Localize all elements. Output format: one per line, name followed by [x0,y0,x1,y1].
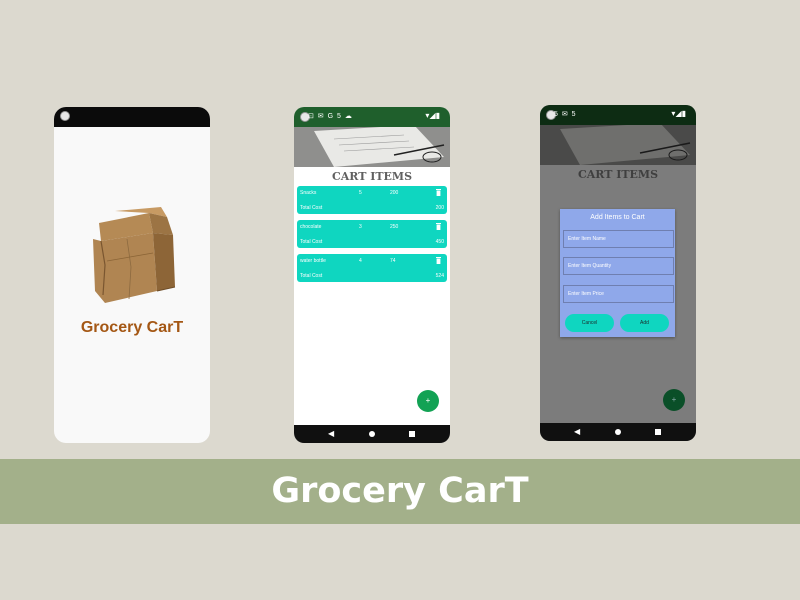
item-name: water bottle [300,258,326,264]
status-bar [54,107,210,127]
cart-item-card[interactable]: Snacks 5 200 Total Cost 200 [297,186,447,214]
trash-icon[interactable] [436,223,441,230]
item-quantity: 5 [359,190,362,196]
total-cost-value: 450 [435,239,444,245]
total-cost-value: 200 [435,205,444,211]
item-quantity: 4 [359,258,362,264]
cart-items-title: CART ITEMS [331,170,413,183]
home-icon[interactable] [369,431,375,437]
signal-battery-icons: ▾◢▮ [425,111,440,120]
add-item-dialog-phone: 5 ✉ 5 ▾◢▮ CART ITEMS + Add Items to Cart… [540,105,696,441]
navigation-bar: ◀ [540,423,696,441]
status-bar: 5 ✉ 5 ▾◢▮ [540,105,696,125]
item-quantity-input[interactable] [563,257,674,275]
item-name: Snacks [300,190,317,196]
paper-bag-icon [93,207,176,303]
back-icon[interactable]: ◀ [574,427,580,436]
app-name: Grocery CarT [80,319,184,336]
splash-screen-phone: Grocery CarT [54,107,210,443]
notification-icons: ⊡ ✉ G 5 ☁ [308,113,353,120]
item-price-input[interactable] [563,285,674,303]
status-bar: ⊡ ✉ G 5 ☁ ▾◢▮ [294,107,450,127]
header-image [540,125,696,165]
trash-icon[interactable] [436,257,441,264]
cart-list-phone: ⊡ ✉ G 5 ☁ ▾◢▮ CART ITEMS Snacks 5 200 To… [294,107,450,443]
home-icon[interactable] [615,429,621,435]
item-name: chocolate [300,224,322,230]
trash-icon[interactable] [436,189,441,196]
total-cost-label: Total Cost [300,239,323,245]
add-item-fab[interactable]: + [663,389,685,411]
item-name-input[interactable] [563,230,674,248]
recent-apps-icon[interactable] [655,429,661,435]
title-banner: Grocery CarT [0,459,800,524]
total-cost-label: Total Cost [300,273,323,279]
add-button[interactable]: Add [620,314,669,332]
item-price: 200 [390,190,399,196]
banner-title: Grocery CarT [271,471,529,511]
item-quantity: 3 [359,224,362,230]
cart-item-card[interactable]: chocolate 3 250 Total Cost 450 [297,220,447,248]
navigation-bar: ◀ [294,425,450,443]
recent-apps-icon[interactable] [409,431,415,437]
cart-item-card[interactable]: water bottle 4 74 Total Cost 524 [297,254,447,282]
cancel-button[interactable]: Cancel [565,314,614,332]
notification-icons: 5 ✉ 5 [554,111,577,118]
header-image [294,127,450,167]
item-price: 250 [390,224,399,230]
total-cost-value: 524 [435,273,444,279]
add-items-dialog: Add Items to Cart Cancel Add [560,209,675,337]
total-cost-label: Total Cost [300,205,323,211]
cart-items-title: CART ITEMS [577,168,659,181]
add-item-fab[interactable]: + [417,390,439,412]
item-price: 74 [390,258,396,264]
back-icon[interactable]: ◀ [328,429,334,438]
signal-battery-icons: ▾◢▮ [671,109,686,118]
dialog-title: Add Items to Cart [590,214,645,221]
front-camera [60,111,70,121]
